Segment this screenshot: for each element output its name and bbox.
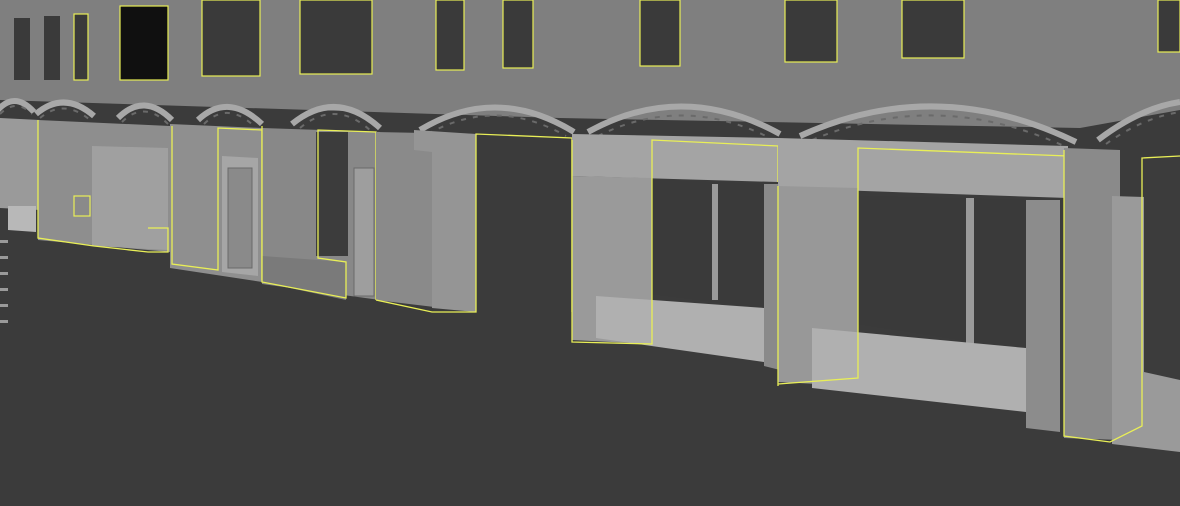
upper-window [1158, 0, 1180, 52]
upper-window [300, 0, 372, 74]
3d-viewport[interactable] [0, 0, 1180, 506]
upper-window [503, 0, 533, 68]
storefront-3[interactable] [261, 126, 380, 300]
storefront-2[interactable] [170, 124, 263, 282]
upper-window [74, 14, 88, 80]
upper-window [436, 0, 464, 70]
storefront-4[interactable] [571, 134, 780, 370]
upper-window [120, 6, 168, 80]
upper-window [902, 0, 964, 58]
upper-window [202, 0, 260, 76]
upper-window [640, 0, 680, 66]
upper-window [44, 16, 60, 80]
storefront-5[interactable] [777, 138, 1069, 432]
upper-window [785, 0, 837, 62]
upper-window [14, 18, 30, 80]
